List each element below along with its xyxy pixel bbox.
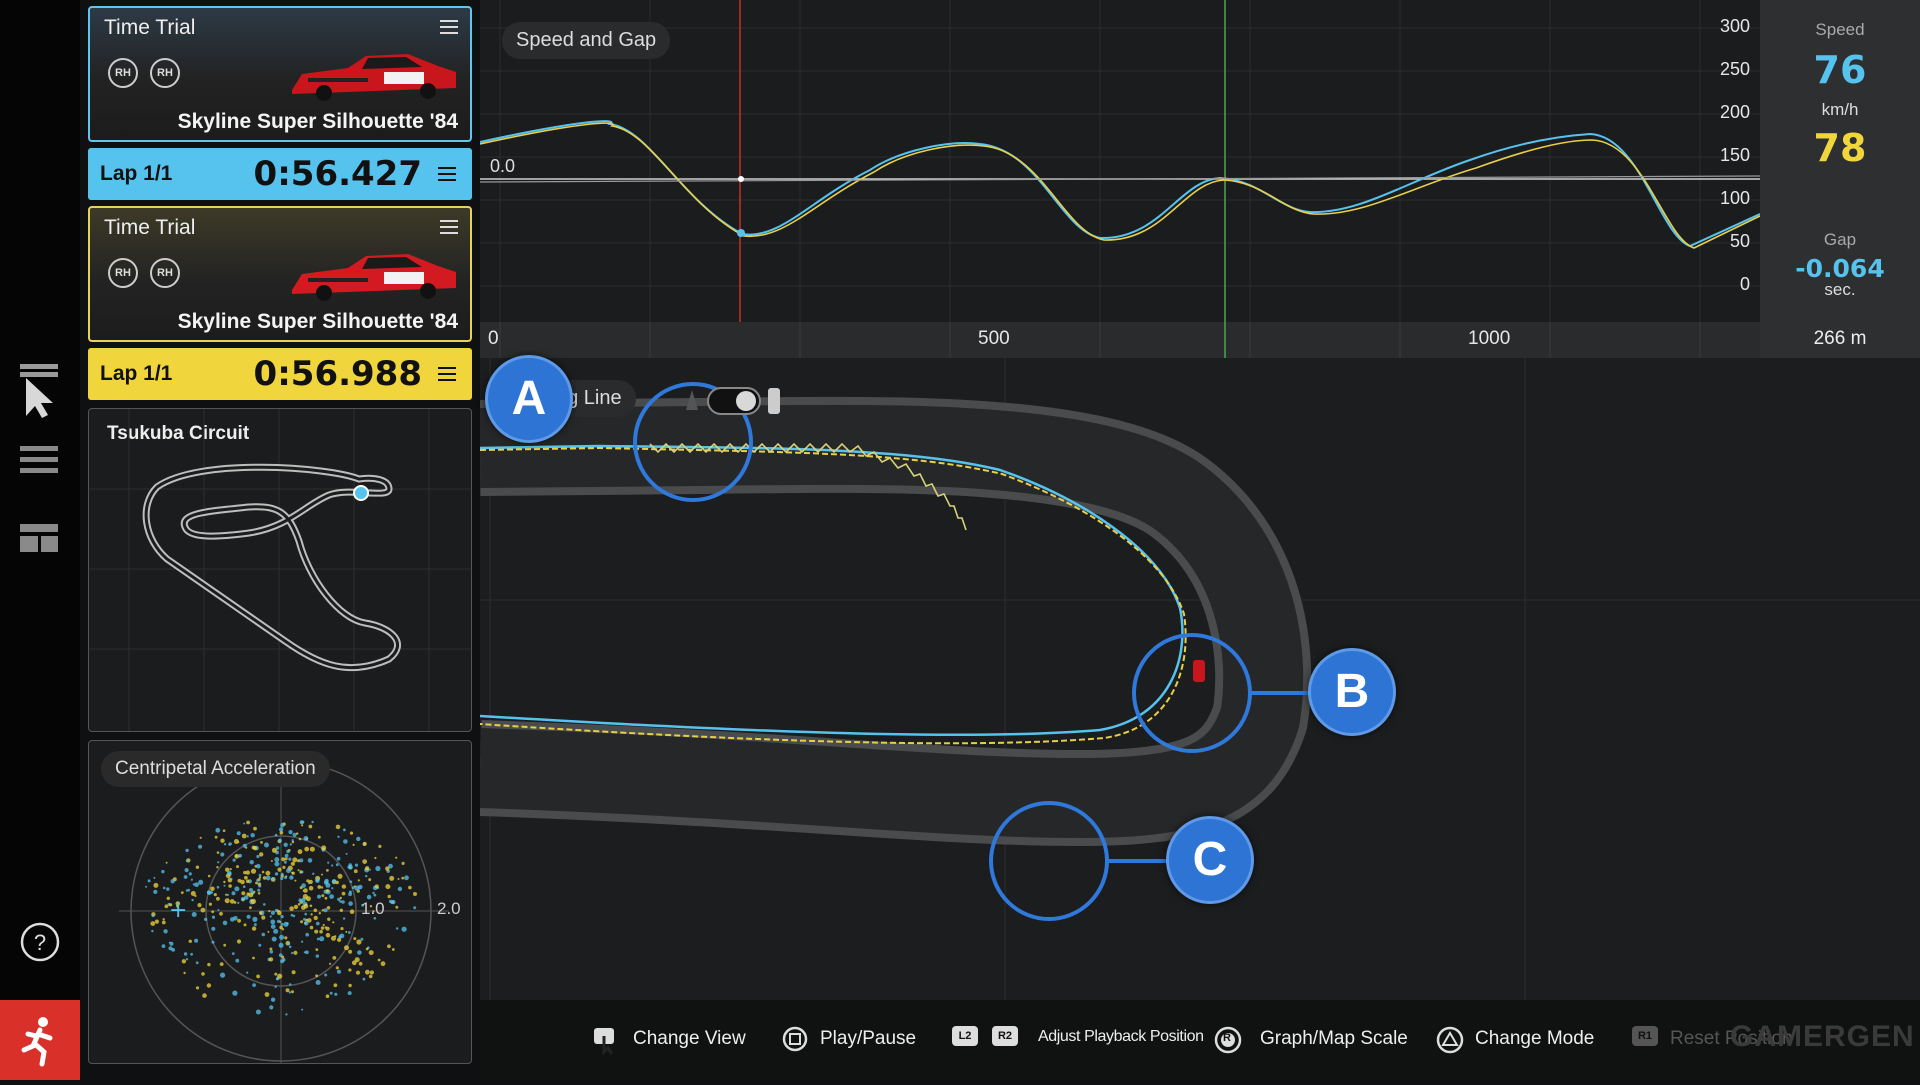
top-time-trial-card[interactable]: Time Trial RH RH Skyline Super Silhouett…	[88, 6, 472, 142]
car-image	[292, 54, 456, 101]
lap-time: 0:56.988	[253, 354, 422, 394]
menu-icon[interactable]	[440, 20, 458, 38]
hint-adjust-playback[interactable]: Adjust Playback Position	[1038, 1028, 1204, 1046]
driving-line-map[interactable]: Driving Line A B C	[480, 355, 1920, 1000]
help-icon[interactable]: ?	[18, 920, 62, 964]
gap-zero-label: 0.0	[490, 156, 516, 176]
ring-label-1: 1.0	[361, 899, 385, 918]
driving-line-toggle[interactable]	[676, 382, 786, 418]
car-image	[292, 254, 456, 301]
exit-button[interactable]	[0, 1000, 80, 1080]
y-tick: 0	[1739, 274, 1750, 294]
marker-b[interactable]: B	[1308, 648, 1396, 736]
marker-c[interactable]: C	[1166, 816, 1254, 904]
car-name: Skyline Super Silhouette '84	[177, 110, 458, 133]
running-man-icon	[21, 1017, 53, 1067]
y-tick: 150	[1719, 145, 1750, 165]
y-tick: 200	[1719, 102, 1750, 122]
tire-front-badge: RH	[108, 58, 138, 88]
speed-blue: 76	[1813, 48, 1867, 92]
speed-unit: km/h	[1821, 100, 1859, 119]
x-tick: 500	[978, 328, 1010, 349]
left-rail: ?	[0, 0, 80, 1080]
car-top-icon	[768, 388, 780, 414]
marker-a[interactable]: A	[485, 355, 573, 443]
distance-axis[interactable]: 0 500 1000	[480, 322, 1760, 358]
speed-label: Speed	[1815, 20, 1865, 39]
playhead-dot	[737, 229, 745, 237]
bottom-time-trial-card[interactable]: Time Trial RH RH Skyline Super Silhouett…	[88, 206, 472, 342]
lap-time: 0:56.427	[253, 154, 422, 194]
y-tick: 100	[1719, 188, 1750, 208]
gap-unit: sec.	[1824, 280, 1856, 299]
lap-label: Lap 1/1	[100, 162, 173, 185]
tire-rear-badge: RH	[150, 258, 180, 288]
menu-icon[interactable]	[438, 367, 456, 385]
distance-value: 266 m	[1813, 328, 1867, 349]
control-hints-bar: Change View Play/Pause L2 R2 Adjust Play…	[480, 1000, 1920, 1080]
hint-change-view[interactable]: Change View	[633, 1028, 746, 1050]
y-tick: 300	[1719, 16, 1750, 36]
svg-text:?: ?	[34, 930, 46, 955]
l2-button-icon: L2	[952, 1026, 978, 1046]
gap-label: Gap	[1823, 230, 1857, 249]
lap-label: Lap 1/1	[100, 362, 173, 385]
track-outline	[89, 409, 471, 731]
replay-cursor-icon[interactable]	[18, 360, 62, 420]
x-tick: 0	[488, 328, 499, 349]
hint-change-mode[interactable]: Change Mode	[1475, 1028, 1594, 1050]
speed-gap-graph[interactable]: Speed and Gap 0.0 300 250 200 150 100 50…	[480, 0, 1760, 322]
x-tick: 1000	[1468, 328, 1511, 349]
ring-label-2: 2.0	[437, 899, 461, 918]
speed-trace-yellow	[480, 122, 1760, 249]
centripetal-acceleration-panel[interactable]: + Centripetal Acceleration 1.0 2.0	[88, 740, 472, 1064]
list-icon[interactable]	[18, 444, 62, 476]
cone-icon	[686, 390, 698, 410]
current-g-marker: +	[169, 898, 187, 923]
car-name: Skyline Super Silhouette '84	[177, 310, 458, 333]
touchpad-icon	[594, 1028, 614, 1056]
r2-button-icon: R2	[992, 1026, 1018, 1046]
gap-value: -0.064	[1795, 254, 1885, 283]
hint-graph-map-scale[interactable]: Graph/Map Scale	[1260, 1028, 1408, 1050]
speed-yellow: 78	[1813, 126, 1867, 170]
graph-title: Speed and Gap	[502, 22, 671, 59]
track-map-panel[interactable]: Tsukuba Circuit	[88, 408, 472, 732]
tire-rear-badge: RH	[150, 58, 180, 88]
watermark: GAMERGEN	[1730, 1020, 1915, 1053]
menu-icon[interactable]	[440, 220, 458, 238]
r1-button-icon: R1	[1632, 1026, 1658, 1046]
y-tick: 250	[1719, 59, 1750, 79]
tire-front-badge: RH	[108, 258, 138, 288]
card-title: Time Trial	[104, 216, 196, 239]
triangle-button-icon	[1436, 1026, 1464, 1054]
y-tick: 50	[1729, 231, 1750, 251]
speed-trace-blue	[480, 120, 1760, 248]
panel-title: Centripetal Acceleration	[101, 751, 330, 787]
menu-icon[interactable]	[438, 167, 456, 185]
hint-play-pause[interactable]: Play/Pause	[820, 1028, 916, 1050]
g-circle-plot: +	[119, 760, 449, 1063]
speed-gap-readout: Speed 76 km/h 78 Gap -0.064 sec. 266 m	[1760, 0, 1920, 358]
bottom-lap-bar[interactable]: Lap 1/1 0:56.988	[88, 348, 472, 400]
card-title: Time Trial	[104, 16, 196, 39]
layout-icon[interactable]	[18, 522, 62, 556]
top-lap-bar[interactable]: Lap 1/1 0:56.427	[88, 148, 472, 200]
car-position-dot	[353, 485, 369, 501]
square-button-icon	[782, 1026, 808, 1052]
r-stick-key: R	[1223, 1032, 1231, 1044]
car-position-marker	[1193, 660, 1205, 682]
